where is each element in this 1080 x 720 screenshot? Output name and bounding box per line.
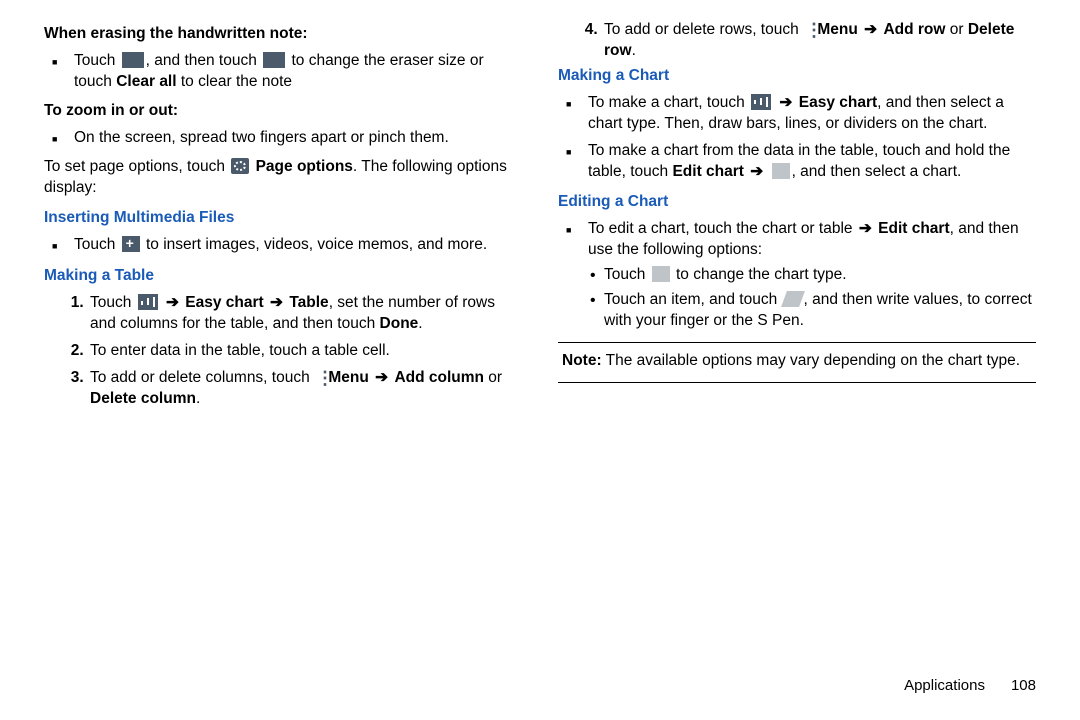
- footer: Applications 108: [44, 646, 1036, 696]
- list-item: To add or delete columns, touch Menu ➔ A…: [88, 368, 522, 410]
- heading-erasing: When erasing the handwritten note:: [44, 24, 522, 45]
- easy-chart-label: Easy chart: [185, 294, 263, 311]
- text: .: [196, 390, 200, 407]
- heading-insert-multimedia: Inserting Multimedia Files: [44, 208, 522, 229]
- edit-chart-label: Edit chart: [878, 220, 949, 237]
- arrow-icon: ➔: [164, 294, 181, 311]
- list-item: On the screen, spread two fingers apart …: [74, 128, 522, 149]
- list-item: To make a chart from the data in the tab…: [588, 141, 1036, 183]
- text: The available options may vary depending…: [602, 352, 1020, 369]
- list-item: Touch an item, and touch , and then writ…: [604, 290, 1036, 332]
- list-erasing: Touch , and then touch to change the era…: [44, 51, 522, 93]
- arrow-icon: ➔: [777, 94, 794, 111]
- text: or: [484, 369, 502, 386]
- text: .: [632, 42, 636, 59]
- arrow-icon: ➔: [857, 220, 874, 237]
- text: To edit a chart, touch the chart or tabl…: [588, 220, 857, 237]
- arrow-icon: ➔: [862, 21, 879, 38]
- heading-making-table: Making a Table: [44, 266, 522, 287]
- pencil-icon: [781, 291, 805, 307]
- eraser-icon: [122, 52, 144, 68]
- chart-icon: [751, 94, 771, 110]
- content-columns: When erasing the handwritten note: Touch…: [44, 20, 1036, 646]
- list-item: Touch to insert images, videos, voice me…: [74, 235, 522, 256]
- list-item: To add or delete rows, touch Menu ➔ Add …: [602, 20, 1036, 62]
- clear-all-label: Clear all: [116, 73, 176, 90]
- list-item: To edit a chart, touch the chart or tabl…: [588, 219, 1036, 332]
- menu-icon: [805, 21, 811, 37]
- add-column-label: Add column: [394, 369, 484, 386]
- text: To add or delete rows, touch: [604, 21, 803, 38]
- list-editing-chart: To edit a chart, touch the chart or tabl…: [558, 219, 1036, 332]
- note-label: Note:: [562, 352, 602, 369]
- list-item: To enter data in the table, touch a tabl…: [88, 341, 522, 362]
- text: , and then touch: [146, 52, 261, 69]
- text: or: [945, 21, 967, 38]
- text: .: [418, 315, 422, 332]
- heading-editing-chart: Editing a Chart: [558, 192, 1036, 213]
- arrow-icon: ➔: [748, 163, 765, 180]
- divider: [558, 382, 1036, 383]
- text: , and then select a chart.: [792, 163, 962, 180]
- list-making-chart: To make a chart, touch ➔ Easy chart , and…: [558, 93, 1036, 183]
- list-item: Touch , and then touch to change the era…: [74, 51, 522, 93]
- text: To set page options, touch: [44, 158, 229, 175]
- list-item: Touch to change the chart type.: [604, 265, 1036, 286]
- chart-icon: [138, 294, 158, 310]
- text: To make a chart, touch: [588, 94, 749, 111]
- text: to clear the note: [177, 73, 292, 90]
- note-text: Note: The available options may vary dep…: [558, 351, 1036, 372]
- gear-icon: [231, 158, 249, 174]
- menu-label: Menu: [328, 369, 368, 386]
- sublist-editing: Touch to change the chart type. Touch an…: [588, 265, 1036, 332]
- arrow-icon: ➔: [268, 294, 285, 311]
- list-item: To make a chart, touch ➔ Easy chart, and…: [588, 93, 1036, 135]
- note-block: Note: The available options may vary dep…: [558, 342, 1036, 383]
- eraser-settings-icon: [263, 52, 285, 68]
- arrow-icon: ➔: [373, 369, 390, 386]
- text: Touch: [604, 266, 650, 283]
- menu-label: Menu: [817, 21, 857, 38]
- chart-type-icon: [772, 163, 790, 179]
- add-row-label: Add row: [883, 21, 945, 38]
- page-options-para: To set page options, touch Page options.…: [44, 157, 522, 199]
- footer-section: Applications: [904, 676, 985, 696]
- table-label: Table: [289, 294, 328, 311]
- easy-chart-label: Easy chart: [799, 94, 877, 111]
- list-zoom: On the screen, spread two fingers apart …: [44, 128, 522, 149]
- divider: [558, 342, 1036, 343]
- text: To add or delete columns, touch: [90, 369, 314, 386]
- page-options-label: Page options: [256, 158, 353, 175]
- delete-column-label: Delete column: [90, 390, 196, 407]
- list-item: Touch ➔ Easy chart ➔ Table, set the numb…: [88, 293, 522, 335]
- text: to insert images, videos, voice memos, a…: [142, 236, 487, 253]
- chart-type-icon: [652, 266, 670, 282]
- heading-zoom: To zoom in or out:: [44, 101, 522, 122]
- heading-making-chart: Making a Chart: [558, 66, 1036, 87]
- menu-icon: [316, 369, 322, 385]
- text: to change the chart type.: [672, 266, 847, 283]
- footer-page-number: 108: [1011, 676, 1036, 696]
- list-insert: Touch to insert images, videos, voice me…: [44, 235, 522, 256]
- add-icon: [122, 236, 140, 252]
- text: Touch: [74, 52, 120, 69]
- text: Touch: [74, 236, 120, 253]
- edit-chart-label: Edit chart: [672, 163, 743, 180]
- text: Touch: [90, 294, 136, 311]
- page: When erasing the handwritten note: Touch…: [0, 0, 1080, 720]
- done-label: Done: [380, 315, 419, 332]
- text: Touch an item, and touch: [604, 291, 782, 308]
